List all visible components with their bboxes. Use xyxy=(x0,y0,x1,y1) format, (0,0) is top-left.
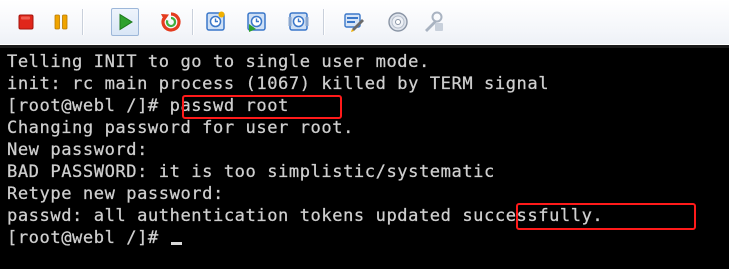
snapshot-manager-button[interactable] xyxy=(285,8,313,36)
console-prompt: [root@webl /]# xyxy=(7,228,170,248)
terminal-console[interactable]: Telling INIT to go to single user mode. … xyxy=(0,45,729,269)
console-line: Changing password for user root. xyxy=(7,118,354,138)
console-line: Telling INIT to go to single user mode. xyxy=(7,52,430,72)
vm-settings-button[interactable] xyxy=(340,8,368,36)
stop-icon xyxy=(18,14,34,30)
reset-button[interactable] xyxy=(157,8,185,36)
tools-icon xyxy=(425,11,443,32)
vm-toolbar xyxy=(0,0,729,44)
console-line: New password: xyxy=(7,140,148,160)
revert-snapshot-button[interactable] xyxy=(243,8,271,36)
take-snapshot-button[interactable] xyxy=(202,8,230,36)
console-line: BAD PASSWORD: it is too simplistic/syste… xyxy=(7,162,495,182)
revert-snapshot-icon xyxy=(247,12,266,32)
pause-icon xyxy=(54,14,68,30)
snapshot-icon xyxy=(206,11,225,31)
vm-settings-icon xyxy=(344,13,364,32)
text-cursor xyxy=(170,242,182,245)
toolbar-separator xyxy=(192,9,193,35)
reset-icon xyxy=(161,12,181,32)
console-line: init: rc main process (1067) killed by T… xyxy=(7,74,550,94)
console-line: passwd: all authentication tokens update… xyxy=(7,206,604,226)
tools-button[interactable] xyxy=(419,8,447,36)
pause-button[interactable] xyxy=(47,8,75,36)
snapshot-manager-icon xyxy=(288,12,309,31)
console-prompt-line: [root@webl /]# xyxy=(7,227,182,249)
cd-dvd-button[interactable] xyxy=(384,8,412,36)
disc-icon xyxy=(388,12,408,32)
toolbar-separator xyxy=(323,9,324,35)
play-button[interactable] xyxy=(111,8,139,36)
vm-console-window: Telling INIT to go to single user mode. … xyxy=(0,0,729,269)
play-icon xyxy=(119,13,133,31)
console-line: [root@webl /]# passwd root xyxy=(7,96,289,116)
console-line: Retype new password: xyxy=(7,184,224,204)
stop-button[interactable] xyxy=(12,8,40,36)
toolbar-separator xyxy=(82,9,83,35)
